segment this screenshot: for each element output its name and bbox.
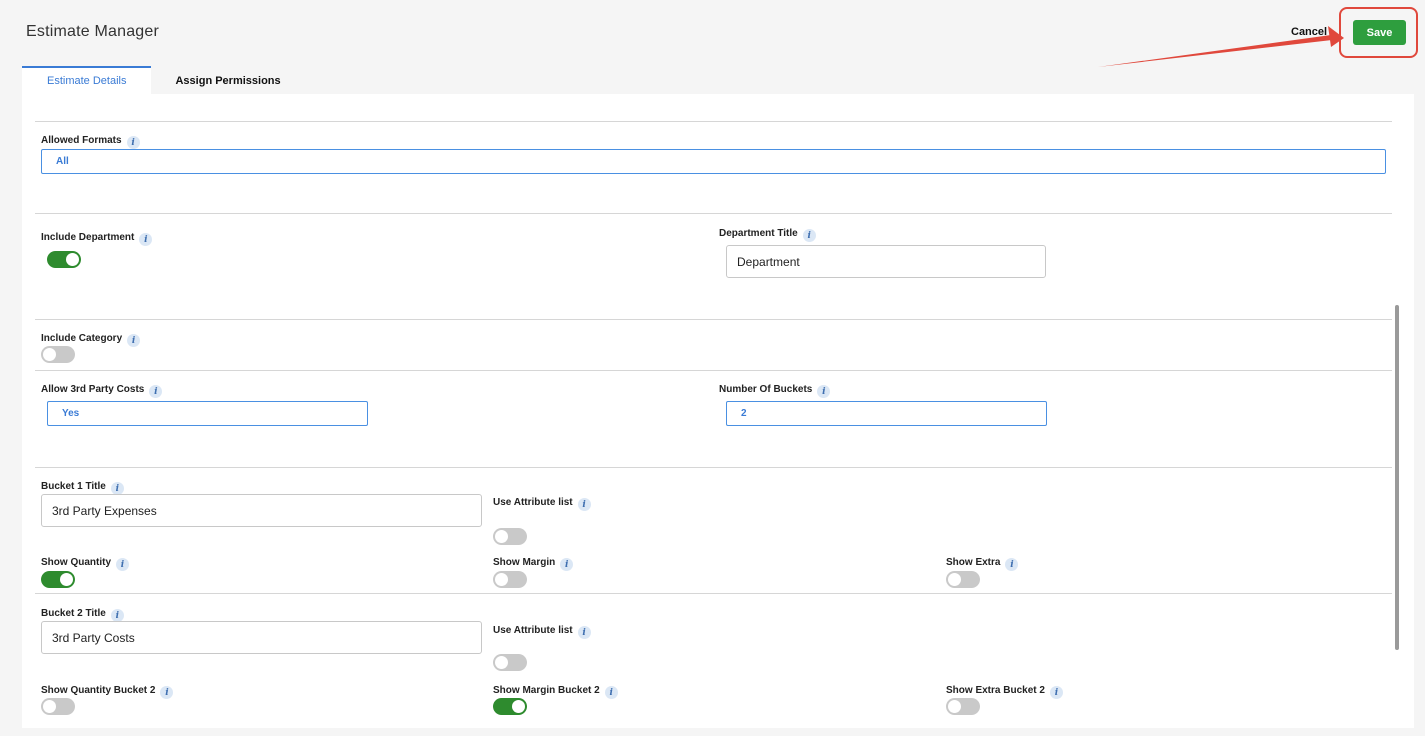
- divider: [35, 121, 1392, 122]
- divider: [35, 593, 1392, 594]
- show-quantity-label: Show Quantity i: [41, 553, 129, 571]
- info-icon[interactable]: i: [802, 229, 816, 242]
- bucket2-use-attribute-list-label: Use Attribute list i: [493, 621, 591, 639]
- show-margin-bucket2-toggle[interactable]: [493, 698, 527, 715]
- allow-3rd-party-costs-select[interactable]: Yes: [47, 401, 368, 426]
- info-icon[interactable]: i: [139, 233, 153, 246]
- toggle-knob: [43, 700, 56, 713]
- include-department-toggle[interactable]: [47, 251, 81, 268]
- info-icon[interactable]: i: [1049, 686, 1063, 699]
- toggle-knob: [948, 573, 961, 586]
- save-button[interactable]: Save: [1353, 20, 1406, 45]
- bucket2-title-label: Bucket 2 Title i: [41, 604, 124, 622]
- toggle-knob: [60, 573, 73, 586]
- department-title-input[interactable]: Department: [726, 245, 1046, 278]
- info-icon[interactable]: i: [604, 686, 618, 699]
- allow-3rd-party-costs-label: Allow 3rd Party Costs i: [41, 380, 163, 398]
- bucket2-title-input[interactable]: 3rd Party Costs: [41, 621, 482, 654]
- allowed-formats-label: Allowed Formats i: [41, 131, 140, 149]
- toggle-knob: [43, 348, 56, 361]
- toggle-knob: [495, 573, 508, 586]
- info-icon[interactable]: i: [116, 558, 129, 571]
- show-margin-bucket2-label: Show Margin Bucket 2 i: [493, 681, 618, 699]
- show-quantity-bucket2-toggle[interactable]: [41, 698, 75, 715]
- toggle-knob: [948, 700, 961, 713]
- bucket1-title-input[interactable]: 3rd Party Expenses: [41, 494, 482, 527]
- info-icon[interactable]: i: [149, 385, 163, 398]
- show-extra-label: Show Extra i: [946, 553, 1019, 571]
- show-margin-label: Show Margin i: [493, 553, 574, 571]
- tab-bar: Estimate Details Assign Permissions: [22, 66, 306, 94]
- bucket2-use-attribute-list-toggle[interactable]: [493, 654, 527, 671]
- show-extra-bucket2-toggle[interactable]: [946, 698, 980, 715]
- divider: [35, 213, 1392, 214]
- number-of-buckets-select[interactable]: 2: [726, 401, 1047, 426]
- info-icon[interactable]: i: [1005, 558, 1019, 571]
- include-department-label: Include Department i: [41, 228, 153, 246]
- divider: [35, 319, 1392, 320]
- show-extra-bucket2-label: Show Extra Bucket 2 i: [946, 681, 1063, 699]
- info-icon[interactable]: i: [577, 498, 591, 511]
- toggle-knob: [512, 700, 525, 713]
- number-of-buckets-label: Number Of Buckets i: [719, 380, 831, 398]
- tab-assign-permissions[interactable]: Assign Permissions: [151, 66, 305, 94]
- divider: [35, 370, 1392, 371]
- info-icon[interactable]: i: [160, 686, 174, 699]
- scrollbar[interactable]: [1395, 305, 1399, 650]
- show-extra-toggle[interactable]: [946, 571, 980, 588]
- bucket1-title-label: Bucket 1 Title i: [41, 477, 124, 495]
- info-icon[interactable]: i: [127, 334, 141, 347]
- divider: [35, 467, 1392, 468]
- allowed-formats-select[interactable]: All: [41, 149, 1386, 174]
- include-category-label: Include Category i: [41, 329, 141, 347]
- show-margin-toggle[interactable]: [493, 571, 527, 588]
- bucket1-use-attribute-list-toggle[interactable]: [493, 528, 527, 545]
- info-icon[interactable]: i: [817, 385, 831, 398]
- toggle-knob: [495, 656, 508, 669]
- show-quantity-bucket2-label: Show Quantity Bucket 2 i: [41, 681, 174, 699]
- department-title-label: Department Title i: [719, 224, 816, 242]
- tab-estimate-details[interactable]: Estimate Details: [22, 66, 152, 94]
- toggle-knob: [66, 253, 79, 266]
- cancel-button[interactable]: Cancel: [1291, 26, 1327, 38]
- info-icon[interactable]: i: [126, 136, 140, 149]
- toggle-knob: [495, 530, 508, 543]
- info-icon[interactable]: i: [577, 626, 591, 639]
- info-icon[interactable]: i: [560, 558, 574, 571]
- bucket1-use-attribute-list-label: Use Attribute list i: [493, 493, 591, 511]
- page-title: Estimate Manager: [26, 23, 160, 40]
- show-quantity-toggle[interactable]: [41, 571, 75, 588]
- include-category-toggle[interactable]: [41, 346, 75, 363]
